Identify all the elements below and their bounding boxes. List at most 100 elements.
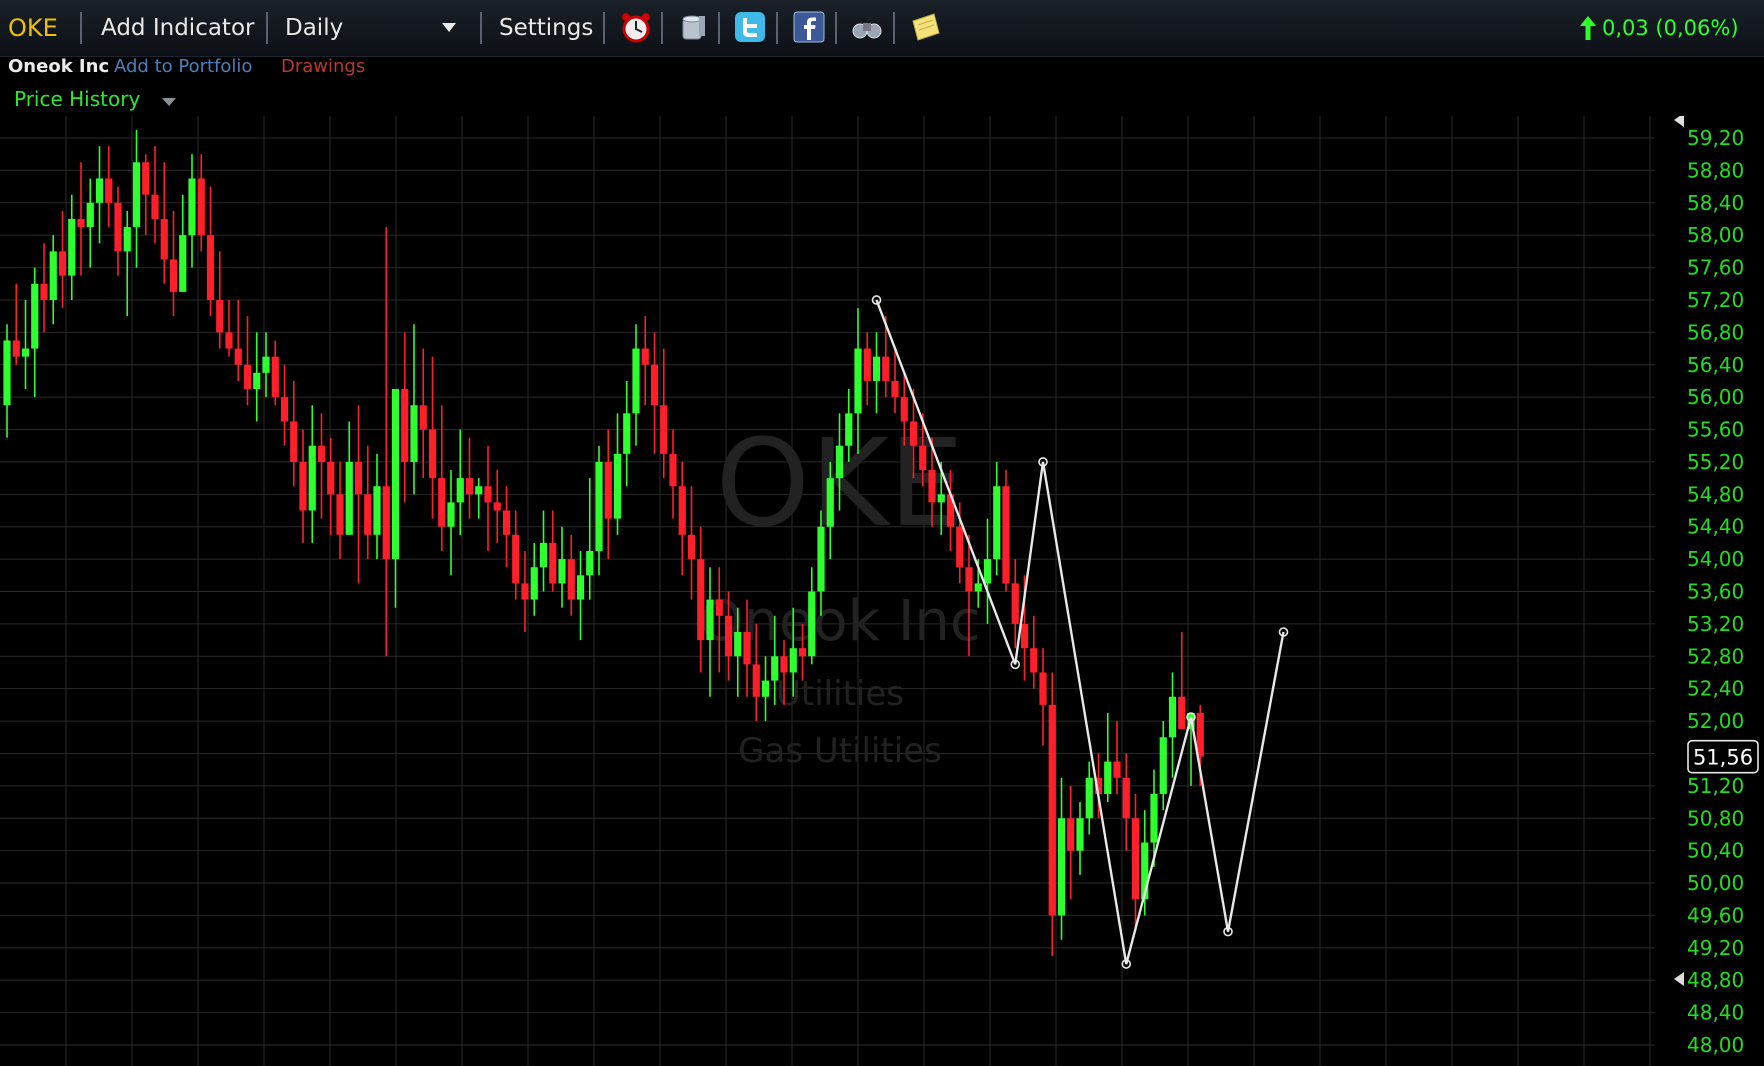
candle xyxy=(345,421,353,535)
facebook-icon[interactable] xyxy=(792,10,826,44)
candle xyxy=(188,154,196,268)
candle-body xyxy=(1048,704,1056,916)
axis-scroll-down-icon[interactable] xyxy=(1674,972,1684,986)
candle xyxy=(21,299,30,390)
candle-body xyxy=(604,461,612,519)
company-name: Oneok Inc xyxy=(8,56,110,77)
drawings-link[interactable]: Drawings xyxy=(281,56,365,77)
candle-body xyxy=(641,348,649,365)
candle xyxy=(650,332,659,454)
candle xyxy=(558,526,566,608)
candle-body xyxy=(586,551,594,576)
candle-body xyxy=(308,445,316,511)
toolbar-separator xyxy=(835,12,837,44)
candle xyxy=(530,542,538,616)
candle-body xyxy=(623,413,631,454)
candle xyxy=(68,194,76,300)
candle xyxy=(678,461,686,576)
price-axis-tick: 57,60 xyxy=(1687,256,1744,280)
candle xyxy=(456,429,464,535)
candle-body xyxy=(595,461,603,552)
candle-body xyxy=(530,567,538,600)
candle-body xyxy=(1057,818,1066,916)
candle-body xyxy=(475,486,483,495)
candle xyxy=(669,429,677,519)
candle-body xyxy=(650,364,659,406)
candle xyxy=(1085,761,1093,835)
candle xyxy=(660,348,668,479)
candle-body xyxy=(484,486,492,503)
note-icon[interactable] xyxy=(908,10,942,44)
watermark-company: Oneok Inc xyxy=(699,589,980,654)
settings-button[interactable]: Settings xyxy=(499,8,593,48)
price-axis-tick: 50,80 xyxy=(1687,806,1744,830)
candle-body xyxy=(86,202,94,228)
price-axis-tick: 53,60 xyxy=(1687,580,1744,604)
twitter-icon[interactable] xyxy=(733,10,767,44)
candle xyxy=(761,656,770,722)
database-icon[interactable] xyxy=(676,10,710,44)
candle-body xyxy=(835,445,844,479)
candle xyxy=(401,332,409,503)
candle-body xyxy=(512,534,520,584)
candle xyxy=(391,389,400,608)
candle-body xyxy=(789,648,797,673)
price-axis-tick: 52,80 xyxy=(1687,644,1744,668)
price-axis-tick: 54,80 xyxy=(1687,482,1744,506)
price-axis-tick: 52,00 xyxy=(1687,709,1744,733)
axis-scroll-up-icon[interactable] xyxy=(1674,116,1684,127)
toolbar: OKE Add Indicator Daily Settings 0,03 (0… xyxy=(0,0,1764,57)
add-indicator-button[interactable]: Add Indicator xyxy=(101,8,254,48)
candle-body xyxy=(854,348,862,414)
binoculars-icon[interactable] xyxy=(850,10,884,44)
candle xyxy=(1030,615,1038,689)
candle xyxy=(475,478,483,519)
add-to-portfolio-link[interactable]: Add to Portfolio xyxy=(114,56,252,77)
candle-body xyxy=(428,429,437,479)
candle xyxy=(641,316,649,406)
candle-body xyxy=(1159,737,1167,794)
candle xyxy=(327,437,335,535)
price-history-dropdown[interactable]: Price History xyxy=(14,87,140,111)
candle-body xyxy=(1150,793,1158,843)
candle xyxy=(58,210,67,309)
candle-body xyxy=(808,591,816,657)
chevron-down-icon[interactable] xyxy=(161,96,177,108)
chevron-down-icon[interactable] xyxy=(440,20,458,34)
candle-body xyxy=(502,510,511,535)
candle-body xyxy=(780,656,788,673)
candle-body xyxy=(382,486,390,560)
candle-body xyxy=(299,461,307,511)
candle-body xyxy=(160,218,168,260)
price-axis-tick: 58,80 xyxy=(1687,158,1744,182)
price-chart[interactable]: OKE Oneok Inc Utilities Gas Utilities 59… xyxy=(0,116,1764,1066)
watermark-sector: Utilities xyxy=(776,674,904,714)
candle xyxy=(40,243,48,333)
candle xyxy=(142,154,150,236)
candle-body xyxy=(1067,818,1075,851)
candle xyxy=(253,332,261,422)
candle xyxy=(549,510,557,592)
candle-body xyxy=(669,453,677,487)
alarm-clock-icon[interactable] xyxy=(619,10,653,44)
candle xyxy=(419,348,427,479)
price-axis-tick: 48,00 xyxy=(1687,1033,1744,1057)
candle-body xyxy=(243,364,252,390)
interval-dropdown[interactable]: Daily xyxy=(285,8,343,48)
candle xyxy=(95,146,104,244)
candle-body xyxy=(3,340,11,406)
candle-body xyxy=(317,445,326,462)
candle xyxy=(539,510,548,592)
candle-body xyxy=(771,656,779,681)
candle-body xyxy=(974,583,982,592)
symbol-label[interactable]: OKE xyxy=(8,8,58,48)
candle xyxy=(280,364,289,446)
candle xyxy=(271,340,279,406)
candle-body xyxy=(373,486,381,535)
candle-body xyxy=(391,389,400,560)
candle xyxy=(1076,802,1084,875)
price-axis-tick: 48,40 xyxy=(1687,1001,1744,1025)
candle-body xyxy=(613,453,622,519)
candle-body xyxy=(132,162,141,228)
price-axis-tick: 56,00 xyxy=(1687,385,1744,409)
